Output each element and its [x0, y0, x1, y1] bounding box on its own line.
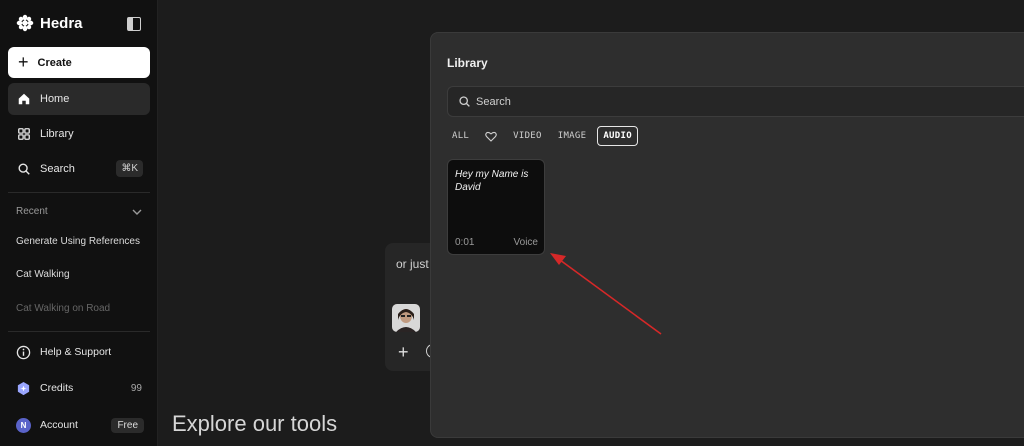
recent-item[interactable]: Generate Using References	[16, 236, 144, 247]
filter-favorites[interactable]	[480, 127, 502, 146]
filter-tabs: ALL VIDEO IMAGE AUDIO	[447, 126, 638, 146]
library-panel: Library ALL VIDEO IMAGE AUDIO Hey my Nam…	[430, 32, 1024, 438]
recent-item[interactable]: Cat Walking	[16, 269, 144, 280]
heart-icon	[485, 131, 497, 142]
sidebar: Hedra + Create Home Library Search ⌘K Re…	[0, 0, 158, 446]
sidebar-item-credits[interactable]: Credits 99	[8, 373, 150, 403]
sidebar-item-account[interactable]: N Account Free	[8, 410, 150, 440]
recent-item[interactable]: Cat Walking on Road	[16, 303, 144, 314]
brand-name: Hedra	[40, 14, 83, 32]
prompt-text: or just	[396, 257, 429, 271]
help-label: Help & Support	[40, 346, 112, 358]
library-title: Library	[447, 56, 488, 70]
search-icon	[459, 96, 470, 107]
credits-label: Credits	[40, 382, 74, 394]
sidebar-item-home[interactable]: Home	[8, 83, 150, 115]
audio-item-type: Voice	[513, 237, 538, 248]
search-icon	[18, 163, 30, 175]
divider	[8, 331, 150, 332]
sidebar-item-label: Search	[40, 163, 75, 175]
divider	[8, 192, 150, 193]
recent-heading: Recent	[16, 206, 48, 217]
plan-badge: Free	[111, 417, 144, 433]
character-thumbnail[interactable]	[392, 304, 420, 332]
filter-video[interactable]: VIDEO	[508, 127, 547, 145]
audio-item-title: Hey my Name is David	[455, 169, 529, 193]
grid-icon	[18, 128, 30, 140]
filter-image[interactable]: IMAGE	[553, 127, 592, 145]
credits-count: 99	[130, 382, 142, 394]
credits-icon	[17, 381, 30, 395]
library-search[interactable]	[447, 86, 1024, 117]
sidebar-collapse-icon[interactable]	[127, 17, 141, 31]
library-search-input[interactable]	[476, 95, 776, 108]
filter-all[interactable]: ALL	[447, 127, 474, 145]
plus-icon: +	[18, 51, 29, 72]
info-icon	[16, 345, 31, 359]
chevron-down-icon	[132, 209, 142, 215]
add-icon[interactable]: +	[398, 342, 409, 363]
create-label: Create	[37, 56, 72, 69]
hedra-logo-icon	[16, 14, 34, 32]
home-icon	[18, 93, 30, 105]
create-button[interactable]: + Create	[8, 47, 150, 78]
search-shortcut: ⌘K	[116, 160, 143, 177]
audio-item-duration: 0:01	[455, 237, 475, 248]
audio-item-card[interactable]: Hey my Name is David 0:01 Voice	[447, 159, 545, 255]
account-label: Account	[40, 419, 78, 431]
recent-header[interactable]: Recent	[16, 206, 142, 217]
avatar: N	[16, 417, 31, 433]
sidebar-item-library[interactable]: Library	[8, 118, 150, 150]
brand-logo[interactable]: Hedra	[16, 14, 83, 32]
sidebar-item-label: Home	[40, 93, 70, 105]
sidebar-item-search[interactable]: Search ⌘K	[8, 153, 150, 185]
portrait-image	[392, 304, 420, 332]
sidebar-item-help[interactable]: Help & Support	[8, 337, 150, 367]
sidebar-item-label: Library	[40, 128, 74, 140]
filter-audio[interactable]: AUDIO	[597, 126, 638, 146]
explore-heading: Explore our tools	[172, 411, 338, 436]
